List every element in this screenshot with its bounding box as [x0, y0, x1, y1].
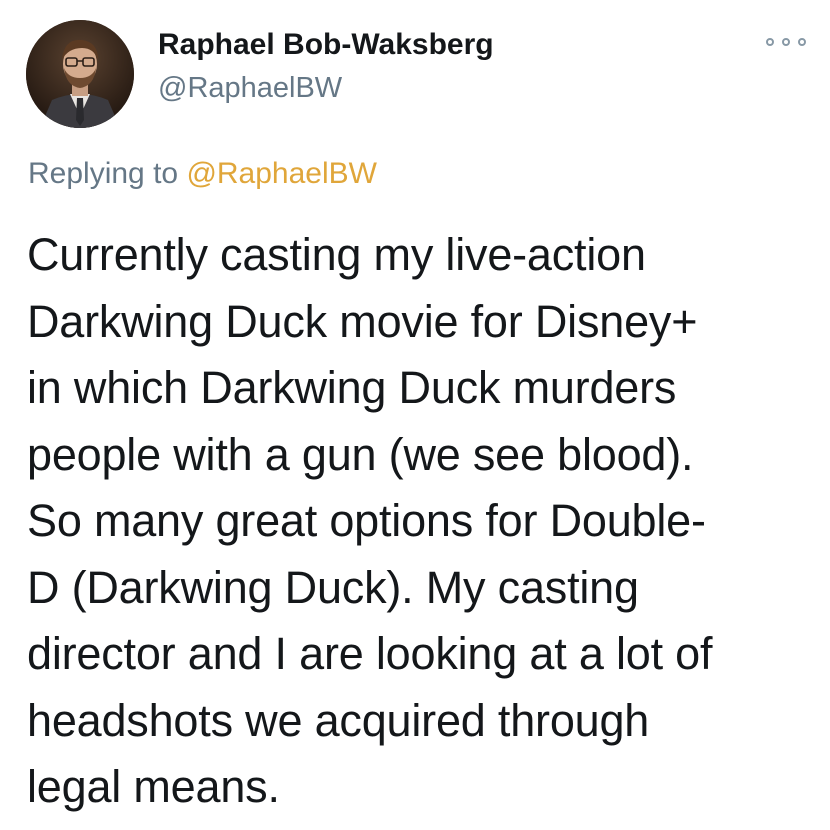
more-dot: [766, 38, 774, 46]
author-handle[interactable]: @RaphaelBW: [158, 72, 342, 105]
tweet-text-line: Currently casting my live-action: [27, 229, 646, 280]
replying-to-label: Replying to: [28, 157, 187, 190]
tweet-text: Currently casting my live-action Darkwin…: [27, 222, 817, 821]
tweet-text-line: in which Darkwing Duck murders: [27, 362, 677, 413]
tweet-text-line: director and I are looking at a lot of: [27, 628, 713, 679]
author-avatar[interactable]: [26, 20, 134, 128]
replying-to-line: Replying to @RaphaelBW: [28, 157, 377, 191]
reply-mention-link[interactable]: @RaphaelBW: [186, 157, 377, 190]
tweet-text-line: So many great options for Double-: [27, 495, 706, 546]
tweet-text-line: Darkwing Duck movie for Disney+: [27, 295, 698, 347]
tweet-card: Raphael Bob-Waksberg @RaphaelBW Replying…: [0, 0, 830, 830]
tweet-text-line: headshots we acquired through: [27, 694, 650, 746]
tweet-text-line: D (Darkwing Duck). My casting: [27, 561, 639, 613]
tweet-text-line: people with a gun (we see blood).: [27, 428, 694, 480]
more-dot: [782, 38, 790, 46]
more-options-icon[interactable]: [766, 30, 806, 54]
author-display-name[interactable]: Raphael Bob-Waksberg: [158, 28, 494, 62]
avatar-photo-icon: [26, 20, 134, 128]
tweet-text-line: legal means.: [27, 761, 280, 812]
more-dot: [798, 38, 806, 46]
